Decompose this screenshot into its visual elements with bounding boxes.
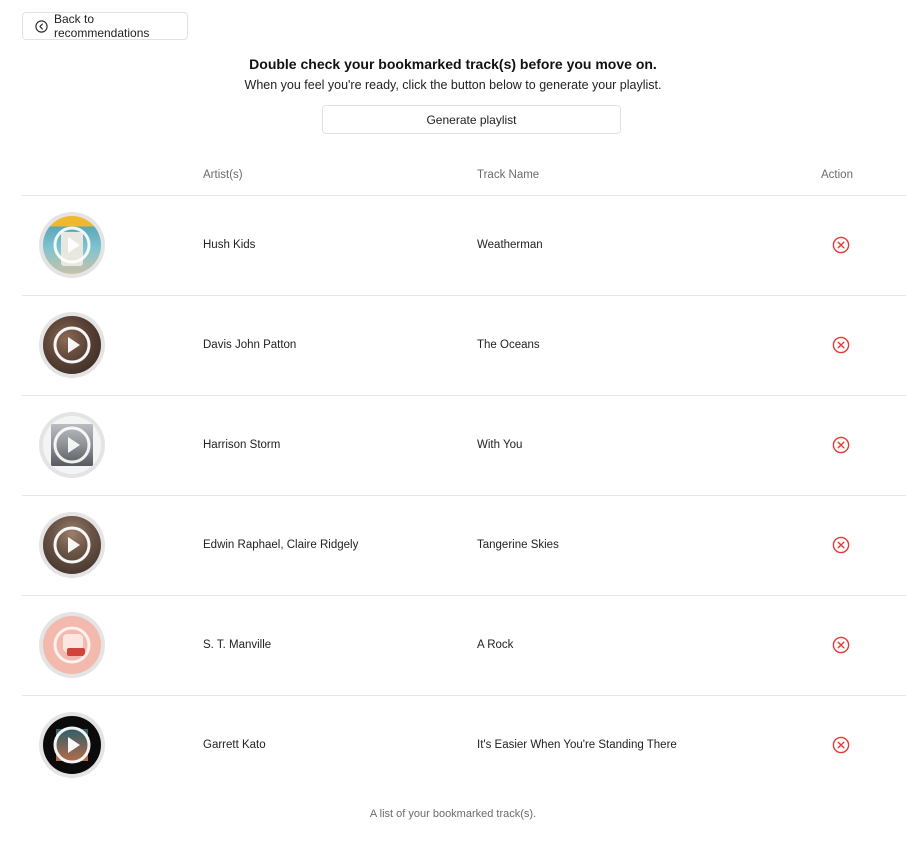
track-name: It's Easier When You're Standing There (477, 739, 677, 751)
album-cover (43, 616, 101, 674)
artist-name: Edwin Raphael, Claire Ridgely (203, 539, 359, 551)
album-cover (43, 716, 101, 774)
table-header: Artist(s) Track Name Action (22, 158, 906, 196)
track-name: With You (477, 439, 523, 451)
bookmarks-page: Back to recommendations Double check you… (0, 0, 906, 843)
table-row: Garrett Kato It's Easier When You're Sta… (22, 696, 906, 795)
play-circle-icon (43, 416, 101, 474)
track-name: The Oceans (477, 339, 540, 351)
play-circle-icon (43, 316, 101, 374)
table-row: Harrison Storm With You (22, 396, 906, 496)
page-title: Double check your bookmarked track(s) be… (249, 56, 657, 72)
back-to-recommendations-button[interactable]: Back to recommendations (22, 12, 188, 40)
play-circle-icon (43, 716, 101, 774)
artist-name: Harrison Storm (203, 439, 281, 451)
album-art-play-button[interactable] (39, 612, 105, 678)
bookmarked-tracks-table: Artist(s) Track Name Action Hush Kids We… (22, 158, 906, 795)
album-art-play-button[interactable] (39, 512, 105, 578)
track-name: A Rock (477, 639, 514, 651)
x-circle-icon[interactable] (832, 536, 850, 554)
x-circle-icon[interactable] (832, 336, 850, 354)
table-caption: A list of your bookmarked track(s). (369, 808, 537, 820)
header-artists: Artist(s) (203, 169, 243, 181)
play-circle-icon (43, 616, 101, 674)
artist-name: Hush Kids (203, 239, 256, 251)
artist-name: S. T. Manville (203, 639, 272, 651)
album-art-play-button[interactable] (39, 412, 105, 478)
play-circle-icon (43, 516, 101, 574)
track-name: Tangerine Skies (477, 539, 559, 551)
table-row: Edwin Raphael, Claire Ridgely Tangerine … (22, 496, 906, 596)
album-art-play-button[interactable] (39, 212, 105, 278)
album-cover (43, 416, 101, 474)
header-track-name: Track Name (477, 169, 540, 181)
album-cover (43, 216, 101, 274)
album-art-play-button[interactable] (39, 312, 105, 378)
album-cover (43, 316, 101, 374)
back-button-label: Back to recommendations (54, 12, 150, 40)
table-row: Davis John Patton The Oceans (22, 296, 906, 396)
album-art-play-button[interactable] (39, 712, 105, 778)
x-circle-icon[interactable] (832, 636, 850, 654)
artist-name: Garrett Kato (203, 739, 266, 751)
arrow-left-circle-icon (35, 19, 48, 33)
table-row: S. T. Manville A Rock (22, 596, 906, 696)
x-circle-icon[interactable] (832, 436, 850, 454)
play-circle-icon (43, 216, 101, 274)
x-circle-icon[interactable] (832, 736, 850, 754)
table-row: Hush Kids Weatherman (22, 196, 906, 296)
album-cover (43, 516, 101, 574)
track-name: Weatherman (477, 239, 543, 251)
generate-playlist-button[interactable]: Generate playlist (322, 105, 621, 134)
page-subtitle: When you feel you're ready, click the bu… (244, 78, 662, 92)
x-circle-icon[interactable] (832, 236, 850, 254)
artist-name: Davis John Patton (203, 339, 297, 351)
header-action: Action (821, 169, 853, 181)
